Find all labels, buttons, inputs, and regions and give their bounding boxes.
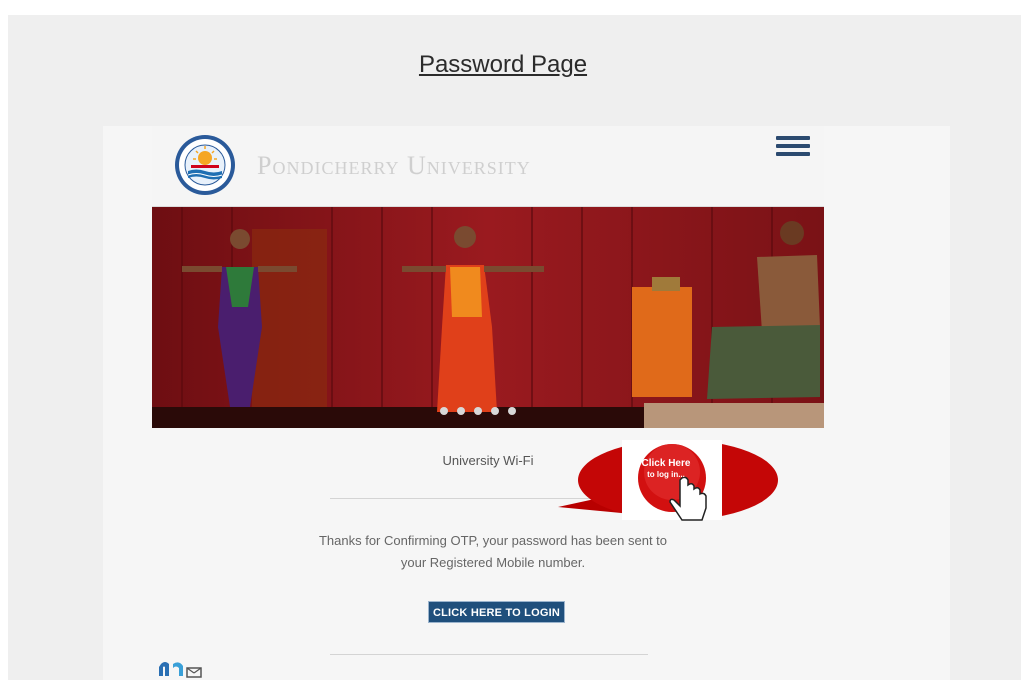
carousel-dot[interactable] <box>491 407 499 415</box>
screenshot-frame: Pondicherry University University Wi-Fi … <box>103 126 950 680</box>
menu-bar <box>776 152 810 156</box>
menu-bar <box>776 136 810 140</box>
site-header: Pondicherry University <box>152 126 824 207</box>
carousel-dot[interactable] <box>508 407 516 415</box>
login-callout-arrow <box>558 440 778 521</box>
university-name[interactable]: Pondicherry University <box>257 151 531 181</box>
callout-label-line2: to log in... <box>647 470 685 479</box>
message-line-2: your Registered Mobile number. <box>400 555 586 570</box>
hamburger-menu-icon[interactable] <box>776 136 810 160</box>
university-logo-icon <box>175 135 235 195</box>
footer-logo-icon <box>159 662 202 678</box>
divider <box>330 654 648 655</box>
carousel-dot[interactable] <box>440 407 448 415</box>
banner-photo <box>152 207 824 428</box>
login-button[interactable]: CLICK HERE TO LOGIN <box>428 601 565 623</box>
page-background: Password Page Pondicherry University Uni… <box>8 15 1021 680</box>
callout-label-line1: Click Here <box>641 458 691 469</box>
page-title: Password Page <box>418 51 588 78</box>
carousel-dot[interactable] <box>457 407 465 415</box>
carousel-dots <box>440 407 516 415</box>
carousel-dot[interactable] <box>474 407 482 415</box>
menu-bar <box>776 144 810 148</box>
hero-banner-image <box>152 207 824 428</box>
